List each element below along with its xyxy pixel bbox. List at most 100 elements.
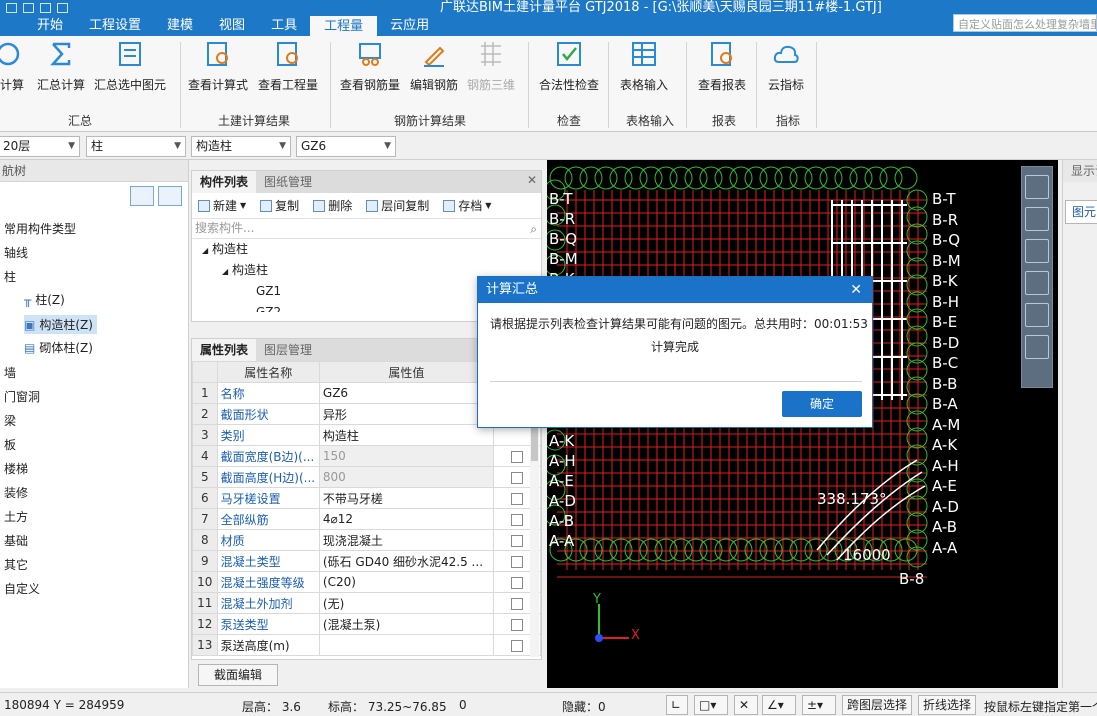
view-quantity-button[interactable]: 查看工程量	[258, 40, 318, 102]
help-search-input[interactable]: 自定义贴面怎么处理复杂墙里	[953, 14, 1097, 32]
list-view-icon[interactable]	[130, 186, 154, 206]
property-checkbox[interactable]	[510, 555, 523, 568]
category-select[interactable]: 柱 ▼	[86, 136, 186, 157]
angle-icon[interactable]: ∠▾	[762, 695, 796, 715]
property-value[interactable]: 现浇混凝土	[318, 529, 494, 551]
property-row[interactable]: 9 混凝土类型 (砾石 GD40 细砂水泥42.5 ...	[192, 550, 541, 572]
search-icon[interactable]: ⌕	[530, 220, 537, 239]
property-value[interactable]: 构造柱	[318, 424, 494, 446]
3d-view-icon[interactable]	[1025, 207, 1049, 231]
cross-layer-select-button[interactable]: 跨图层选择	[842, 695, 913, 715]
property-value[interactable]: (砾石 GD40 细砂水泥42.5 ...	[318, 550, 494, 572]
delete-button[interactable]: 删除	[313, 197, 352, 214]
redo-icon[interactable]	[40, 3, 51, 13]
property-row[interactable]: 13 泵送高度(m)	[192, 634, 541, 656]
expand-icon[interactable]: ◢	[202, 246, 208, 255]
polyline-select-button[interactable]: 折线选择	[918, 695, 977, 715]
property-value[interactable]: 不带马牙槎	[318, 487, 494, 509]
property-value[interactable]: 150	[318, 445, 494, 467]
rotate-icon[interactable]	[1025, 303, 1049, 327]
property-checkbox[interactable]	[510, 576, 523, 589]
nav-sub-column[interactable]: ╥ 柱(Z)	[24, 291, 65, 308]
nav-item-foundation[interactable]: 基础	[4, 532, 28, 549]
open-icon[interactable]	[57, 3, 68, 13]
ortho-icon[interactable]: ∟	[666, 695, 688, 715]
nav-item-wall[interactable]: 墙	[4, 364, 16, 381]
menu-tools[interactable]: 工具	[258, 16, 310, 36]
nav-item-other[interactable]: 其它	[4, 556, 28, 573]
summary-calc-button[interactable]: 汇总计算	[36, 40, 86, 102]
property-checkbox[interactable]	[510, 471, 523, 484]
property-value[interactable]: 4⌀12	[318, 508, 494, 530]
property-checkbox[interactable]	[510, 597, 523, 610]
property-checkbox[interactable]	[510, 618, 523, 631]
property-row[interactable]: 7 全部纵筋 4⌀12	[192, 508, 541, 530]
tab-layer-management[interactable]: 图层管理	[256, 339, 320, 361]
component-search-input[interactable]: 搜索构件... ⌕	[192, 219, 541, 239]
tab-elements[interactable]: 图元	[1065, 200, 1097, 224]
property-checkbox[interactable]	[510, 492, 523, 505]
menu-view[interactable]: 视图	[206, 16, 258, 36]
menu-cloud[interactable]: 云应用	[377, 16, 442, 36]
nav-sub-constructional-column[interactable]: ▣ 构造柱(Z)	[24, 315, 97, 334]
edit-rebar-button[interactable]: 编辑钢筋	[410, 40, 458, 102]
property-value[interactable]: 800	[318, 466, 494, 488]
close-icon[interactable]: ✕	[850, 277, 862, 303]
nav-item-column[interactable]: 柱	[4, 268, 16, 285]
type-select[interactable]: 构造柱 ▼	[191, 136, 291, 157]
property-checkbox[interactable]	[510, 513, 523, 526]
menu-modeling[interactable]: 建模	[154, 16, 206, 36]
nav-item-custom[interactable]: 自定义	[4, 580, 40, 597]
element-select[interactable]: GZ6 ▼	[296, 136, 396, 157]
grid-view-icon[interactable]	[158, 186, 182, 206]
property-row[interactable]: 11 混凝土外加剂 (无)	[192, 592, 541, 614]
nav-item-axis[interactable]: 轴线	[4, 244, 28, 261]
property-value[interactable]: (无)	[318, 592, 494, 614]
new-component-button[interactable]: 新建 ▼	[198, 197, 246, 214]
nav-item-openings[interactable]: 门窗洞	[4, 388, 40, 405]
property-row[interactable]: 8 材质 现浇混凝土	[192, 529, 541, 551]
menu-project-settings[interactable]: 工程设置	[76, 16, 154, 36]
nav-sub-masonry-column[interactable]: ▤ 砌体柱(Z)	[24, 339, 93, 356]
property-checkbox[interactable]	[510, 534, 523, 547]
menu-start[interactable]: 开始	[24, 16, 76, 36]
rebar-3d-button[interactable]: 钢筋三维	[466, 40, 516, 102]
cube-view-icon[interactable]	[1025, 239, 1049, 263]
view-rebar-button[interactable]: 查看钢筋量	[340, 40, 400, 102]
view-report-button[interactable]: 查看报表	[696, 40, 748, 102]
property-row[interactable]: 4 截面宽度(B边)(... 150	[192, 445, 541, 467]
copy-button[interactable]: 复制	[260, 197, 299, 214]
globe-view-icon[interactable]	[1025, 175, 1049, 199]
offset-icon[interactable]: ±▾	[802, 695, 836, 715]
property-row[interactable]: 5 截面高度(H边)(... 800	[192, 466, 541, 488]
undo-icon[interactable]	[23, 3, 34, 13]
floor-copy-button[interactable]: 层间复制	[366, 197, 429, 214]
property-checkbox[interactable]	[510, 450, 523, 463]
table-input-button[interactable]: 表格输入	[618, 40, 670, 102]
cross-icon[interactable]: ✕	[734, 695, 758, 715]
property-value[interactable]: 异形	[318, 403, 494, 425]
floor-select[interactable]: 20层 ▼	[0, 136, 80, 157]
nav-item-earthwork[interactable]: 土方	[4, 508, 28, 525]
snap-icon[interactable]: □▾	[694, 695, 728, 715]
nav-item-beam[interactable]: 梁	[4, 412, 16, 429]
ok-button[interactable]: 确定	[782, 391, 862, 417]
tab-drawing-management[interactable]: 图纸管理	[256, 171, 320, 193]
layer-view-icon[interactable]	[1025, 335, 1049, 359]
property-value[interactable]: (C20)	[318, 571, 494, 593]
property-row[interactable]: 12 泵送类型 (混凝土泵)	[192, 613, 541, 635]
nav-item-decoration[interactable]: 装修	[4, 484, 28, 501]
nav-item-stairs[interactable]: 楼梯	[4, 460, 28, 477]
property-row[interactable]: 10 混凝土强度等级 (C20)	[192, 571, 541, 593]
nav-item-slab[interactable]: 板	[4, 436, 16, 453]
property-checkbox[interactable]	[510, 639, 523, 652]
property-value[interactable]: GZ6	[318, 382, 494, 404]
expand-icon[interactable]: ◢	[222, 267, 228, 276]
nav-item-common[interactable]: 常用构件类型	[4, 220, 76, 237]
archive-button[interactable]: 存档 ▼	[443, 197, 491, 214]
menu-quantities[interactable]: 工程量	[310, 16, 378, 36]
cloud-index-button[interactable]: 云指标	[766, 40, 806, 102]
property-value[interactable]: (混凝土泵)	[318, 613, 494, 635]
validity-check-button[interactable]: 合法性检查	[538, 40, 600, 102]
save-icon[interactable]	[6, 3, 17, 13]
